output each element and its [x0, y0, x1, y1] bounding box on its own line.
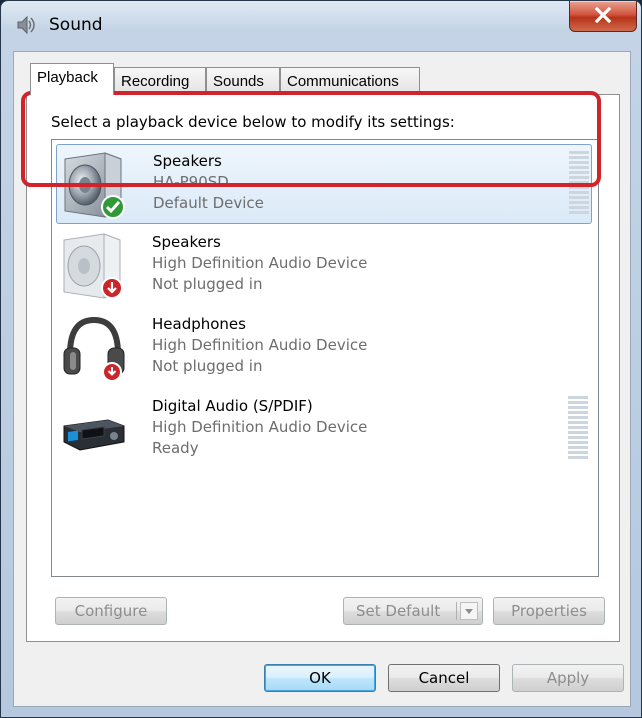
digital-audio-icon	[63, 419, 125, 451]
device-description: High Definition Audio Device	[152, 254, 368, 272]
properties-label: Properties	[511, 602, 587, 620]
device-info: Speakers High Definition Audio Device No…	[152, 232, 367, 295]
apply-label: Apply	[546, 669, 590, 687]
device-name: Digital Audio (S/PDIF)	[152, 397, 313, 415]
ok-button[interactable]: OK	[264, 664, 376, 692]
chevron-down-icon[interactable]	[460, 602, 478, 620]
split-separator	[456, 602, 457, 620]
cancel-button[interactable]: Cancel	[388, 664, 500, 692]
tab-playback[interactable]: Playback	[30, 63, 114, 95]
set-default-label: Set Default	[356, 602, 441, 620]
speaker-unplugged-icon	[63, 233, 123, 299]
device-info: Headphones High Definition Audio Device …	[152, 314, 367, 377]
tab-recording[interactable]: Recording	[114, 67, 206, 93]
close-icon	[594, 7, 612, 23]
device-description: High Definition Audio Device	[152, 418, 368, 436]
device-status: Not plugged in	[152, 357, 263, 375]
device-name: Speakers	[152, 233, 221, 251]
device-item[interactable]: Speakers HA-P90SD Default Device	[56, 144, 592, 224]
device-list[interactable]: Speakers HA-P90SD Default Device Speaker…	[51, 139, 599, 577]
headphones-unplugged-icon	[63, 316, 125, 382]
window-title: Sound	[49, 15, 103, 35]
device-description: HA-P90SD	[153, 173, 229, 191]
dialog-client: Playback Recording Sounds Communications…	[13, 51, 631, 707]
device-name: Headphones	[152, 315, 246, 333]
sound-dialog: Sound Playback Recording Sounds Communic…	[0, 0, 642, 718]
speaker-icon	[17, 15, 35, 35]
apply-button[interactable]: Apply	[512, 664, 624, 692]
title-bar[interactable]: Sound	[1, 1, 641, 45]
properties-button[interactable]: Properties	[493, 597, 605, 625]
instruction-text: Select a playback device below to modify…	[51, 113, 455, 131]
device-item[interactable]: Headphones High Definition Audio Device …	[56, 308, 592, 388]
close-button[interactable]	[569, 1, 637, 32]
device-item[interactable]: Speakers High Definition Audio Device No…	[56, 226, 592, 306]
set-default-button[interactable]: Set Default	[343, 597, 483, 625]
tab-communications[interactable]: Communications	[280, 67, 420, 93]
device-info: Speakers HA-P90SD Default Device	[153, 151, 264, 214]
playback-panel: Select a playback device below to modify…	[26, 94, 620, 642]
device-description: High Definition Audio Device	[152, 336, 368, 354]
speaker-default-icon	[64, 152, 125, 219]
volume-level-meter	[568, 396, 588, 462]
device-status: Ready	[152, 439, 199, 457]
device-name: Speakers	[153, 152, 222, 170]
tab-sounds[interactable]: Sounds	[206, 67, 280, 93]
configure-button[interactable]: Configure	[55, 597, 167, 625]
volume-level-meter	[569, 151, 589, 217]
device-info: Digital Audio (S/PDIF) High Definition A…	[152, 396, 367, 459]
device-status: Default Device	[153, 194, 264, 212]
cancel-label: Cancel	[418, 669, 470, 687]
configure-label: Configure	[74, 602, 148, 620]
device-item[interactable]: Digital Audio (S/PDIF) High Definition A…	[56, 390, 592, 470]
device-status: Not plugged in	[152, 275, 263, 293]
ok-label: OK	[309, 669, 331, 687]
